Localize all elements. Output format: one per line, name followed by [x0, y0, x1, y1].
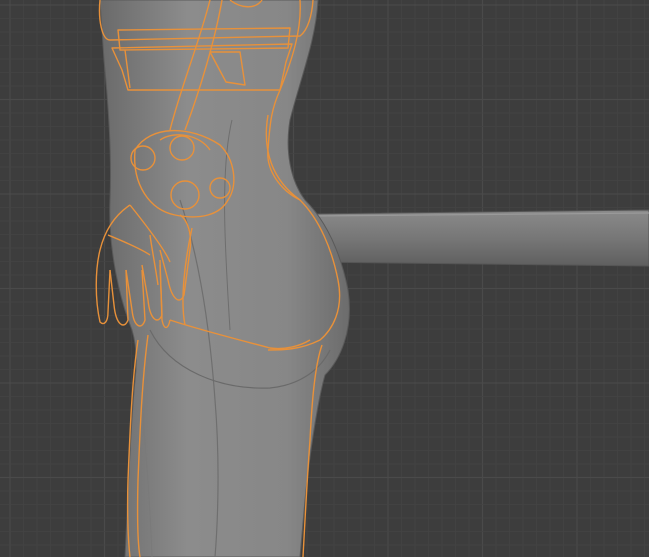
- viewport-canvas[interactable]: [0, 0, 649, 557]
- 3d-viewport[interactable]: [0, 0, 649, 557]
- body-mesh[interactable]: [99, 0, 350, 557]
- arm-bone[interactable]: [304, 209, 649, 267]
